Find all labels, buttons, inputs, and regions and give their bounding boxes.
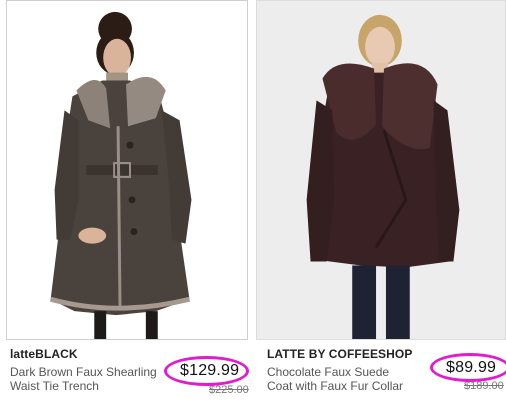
sale-price: $89.99 — [446, 359, 497, 376]
original-price: $189.00 — [464, 380, 504, 392]
product-brand[interactable]: LATTE BY COFFEESHOP — [267, 347, 412, 361]
product-image[interactable] — [6, 0, 248, 340]
original-price: $225.00 — [209, 384, 249, 396]
product-brand[interactable]: latteBLACK — [10, 347, 78, 361]
product-photo-left — [7, 1, 247, 339]
product-image[interactable] — [256, 0, 506, 340]
product-photo-right — [257, 1, 505, 339]
product-description[interactable]: Chocolate Faux Suede Coat with Faux Fur … — [267, 365, 417, 393]
sale-price: $129.99 — [180, 362, 240, 379]
product-description[interactable]: Dark Brown Faux Shearling Waist Tie Tren… — [10, 365, 160, 393]
